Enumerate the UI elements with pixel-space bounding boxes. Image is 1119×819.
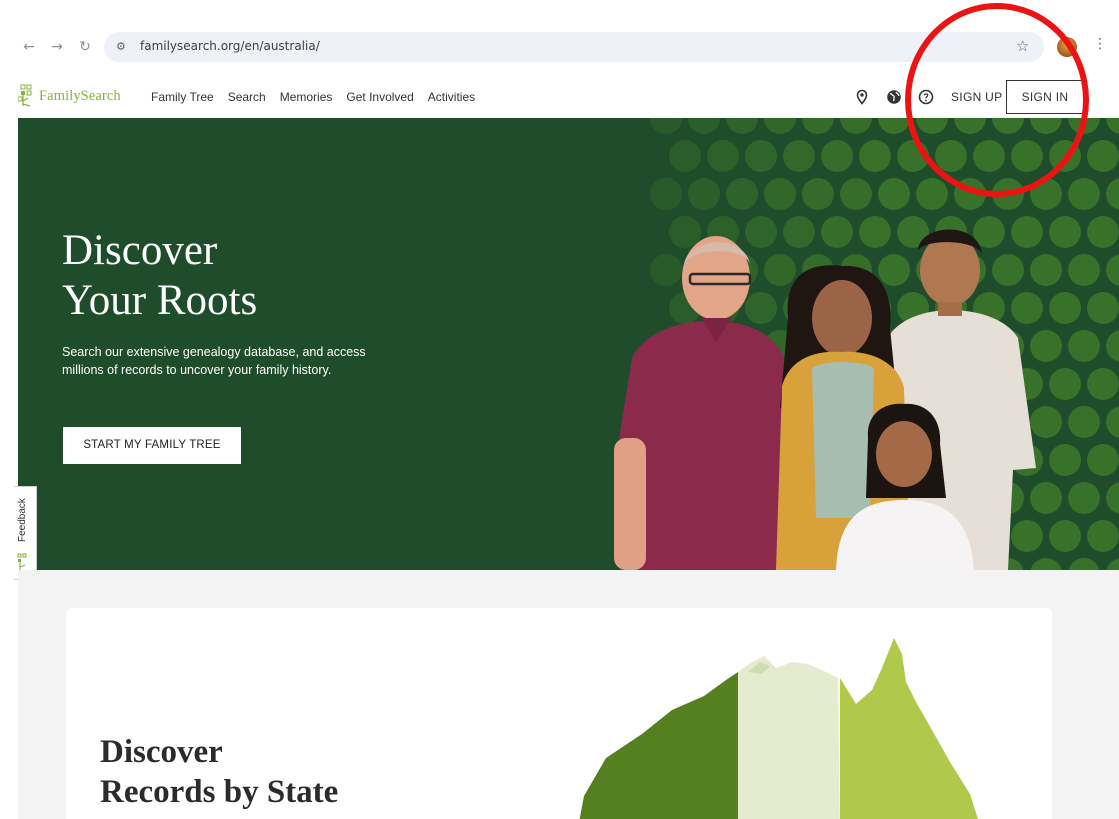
start-family-tree-button[interactable]: START MY FAMILY TREE <box>63 427 241 464</box>
hero-title-line-1: Discover <box>62 227 218 274</box>
location-pin-icon[interactable] <box>854 89 870 105</box>
site-settings-icon[interactable]: ⚙ <box>116 39 132 55</box>
nav-get-involved[interactable]: Get Involved <box>346 90 413 104</box>
sign-in-button[interactable]: SIGN IN <box>1006 80 1084 114</box>
nav-family-tree[interactable]: Family Tree <box>151 90 214 104</box>
browser-menu-icon[interactable]: ⋮ <box>1093 36 1107 52</box>
records-by-state-section: Discover Records by State <box>18 570 1119 819</box>
australia-states-map[interactable] <box>576 638 996 819</box>
site-header: FamilySearch Family Tree Search Memories… <box>18 76 1119 118</box>
familysearch-logo[interactable]: FamilySearch <box>18 76 121 116</box>
forward-arrow-icon[interactable]: → <box>48 38 66 56</box>
sign-up-link[interactable]: SIGN UP <box>951 90 1002 104</box>
logo-text: FamilySearch <box>39 87 121 104</box>
nav-activities[interactable]: Activities <box>428 90 475 104</box>
family-photo <box>614 229 1036 570</box>
records-title-line-2: Records by State <box>100 774 339 810</box>
browser-toolbar: ← → ↻ ⚙ familysearch.org/en/australia/ ☆… <box>0 30 1119 64</box>
help-icon[interactable] <box>918 89 934 105</box>
address-bar[interactable]: ⚙ familysearch.org/en/australia/ <box>104 32 1044 62</box>
hero-title-line-2: Your Roots <box>62 277 258 324</box>
bookmark-star-icon[interactable]: ☆ <box>1016 37 1029 55</box>
nav-search[interactable]: Search <box>228 90 266 104</box>
hero-description: Search our extensive genealogy database,… <box>62 345 366 377</box>
back-arrow-icon[interactable]: ← <box>20 38 38 56</box>
records-section-title: Discover Records by State <box>100 732 338 812</box>
map-state-western-australia <box>579 672 738 819</box>
map-state-queensland <box>840 638 978 819</box>
records-title-line-1: Discover <box>100 734 223 770</box>
family-tree-logo-icon <box>18 84 32 107</box>
feedback-tab[interactable]: Feedback <box>14 486 37 580</box>
reload-icon[interactable]: ↻ <box>76 38 94 56</box>
hero-banner: Discover Your Roots Search our extensive… <box>18 118 1119 570</box>
main-nav: Family Tree Search Memories Get Involved… <box>151 90 475 104</box>
url-text[interactable]: familysearch.org/en/australia/ <box>140 39 320 53</box>
map-state-northern-territory <box>738 656 840 819</box>
nav-memories[interactable]: Memories <box>280 90 333 104</box>
globe-icon[interactable] <box>886 89 902 105</box>
feedback-label: Feedback <box>17 498 28 542</box>
records-card: Discover Records by State <box>66 608 1052 819</box>
browser-profile-avatar[interactable] <box>1057 37 1077 57</box>
hero-title: Discover Your Roots <box>62 226 257 326</box>
